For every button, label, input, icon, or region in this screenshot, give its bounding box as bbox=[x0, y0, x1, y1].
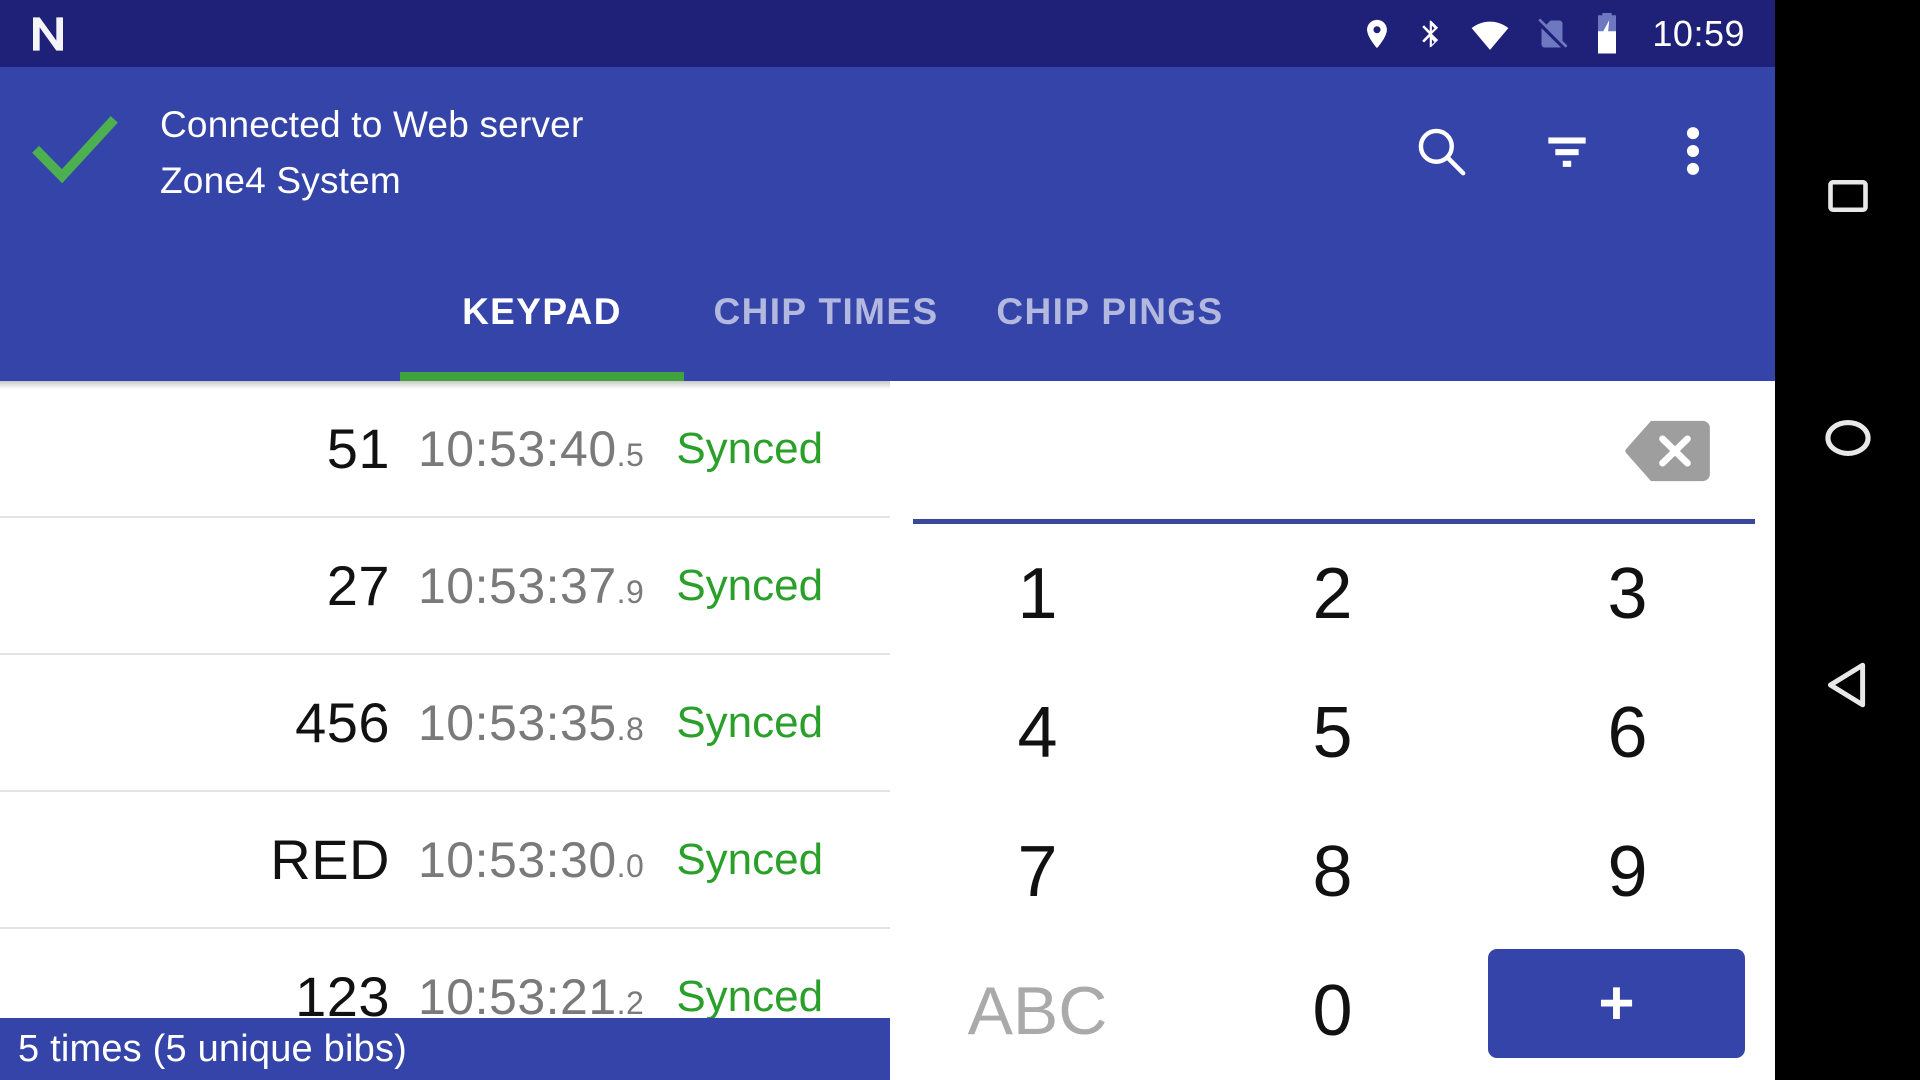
time-value: 10:53:40.5 bbox=[418, 420, 644, 478]
status-badge: Synced bbox=[676, 697, 824, 747]
tab-bar: KEYPAD CHIP TIMES CHIP PINGS bbox=[0, 261, 1775, 381]
app-bar: Connected to Web server Zone4 System KEY… bbox=[0, 67, 1775, 381]
table-row[interactable]: 456 10:53:35.8 Synced bbox=[0, 655, 890, 792]
home-button[interactable] bbox=[1775, 390, 1920, 490]
tab-chip-pings-label: CHIP PINGS bbox=[996, 291, 1224, 332]
bib-number: 51 bbox=[326, 417, 390, 480]
time-fraction: .9 bbox=[616, 573, 645, 610]
location-icon bbox=[1360, 12, 1394, 56]
filter-icon bbox=[1539, 123, 1595, 184]
key-4[interactable]: 4 bbox=[890, 663, 1185, 802]
android-navigation-bar bbox=[1775, 0, 1920, 1080]
connection-status-indicator bbox=[0, 115, 150, 192]
app-bar-top-row: Connected to Web server Zone4 System bbox=[0, 67, 1775, 239]
key-3[interactable]: 3 bbox=[1480, 524, 1775, 663]
key-abc[interactable]: ABC bbox=[890, 941, 1185, 1080]
key-9[interactable]: 9 bbox=[1480, 802, 1775, 941]
key-1[interactable]: 1 bbox=[890, 524, 1185, 663]
tab-chip-pings[interactable]: CHIP PINGS bbox=[968, 261, 1252, 381]
time-fraction: .0 bbox=[616, 847, 645, 884]
battery-charging-icon bbox=[1592, 11, 1622, 57]
status-badge: Synced bbox=[676, 560, 824, 610]
back-button[interactable] bbox=[1775, 637, 1920, 737]
backspace-icon[interactable] bbox=[1621, 419, 1713, 483]
add-time-button[interactable]: + bbox=[1488, 949, 1745, 1058]
key-5[interactable]: 5 bbox=[1185, 663, 1480, 802]
key-2[interactable]: 2 bbox=[1185, 524, 1480, 663]
status-bar-clock: 10:59 bbox=[1652, 12, 1745, 54]
screen: 10:59 Connected to Web server Zone4 Syst… bbox=[0, 0, 1920, 1080]
overflow-menu-icon bbox=[1683, 122, 1703, 185]
bib-entry-underline bbox=[913, 519, 1755, 524]
key-0[interactable]: 0 bbox=[1185, 941, 1480, 1080]
phone-screen: 10:59 Connected to Web server Zone4 Syst… bbox=[0, 0, 1775, 1080]
tab-chip-times-label: CHIP TIMES bbox=[713, 291, 939, 332]
tab-active-indicator bbox=[400, 372, 684, 381]
app-bar-actions bbox=[1411, 123, 1775, 183]
time-value: 10:53:35.8 bbox=[418, 694, 644, 752]
android-n-logo-icon bbox=[26, 14, 70, 54]
key-6[interactable]: 6 bbox=[1480, 663, 1775, 802]
keypad-panel: 1 2 3 4 5 6 7 8 9 ABC 0 + bbox=[890, 381, 1775, 1080]
tab-chip-times[interactable]: CHIP TIMES bbox=[684, 261, 968, 381]
key-add-wrapper[interactable]: + bbox=[1480, 941, 1775, 1080]
filter-button[interactable] bbox=[1537, 123, 1597, 183]
status-icon-tray: 10:59 bbox=[1360, 11, 1775, 57]
overflow-menu-button[interactable] bbox=[1663, 123, 1723, 183]
time-main: 10:53:37 bbox=[418, 557, 617, 614]
time-fraction: .2 bbox=[616, 984, 645, 1021]
table-row[interactable]: 51 10:53:40.5 Synced bbox=[0, 381, 890, 518]
recents-button[interactable] bbox=[1775, 148, 1920, 248]
content-area: 51 10:53:40.5 Synced 27 10:53:37.9 Synce… bbox=[0, 381, 1775, 1080]
time-main: 10:53:30 bbox=[418, 831, 617, 888]
search-icon bbox=[1413, 123, 1469, 184]
wifi-icon bbox=[1468, 14, 1512, 54]
back-icon bbox=[1822, 658, 1874, 717]
times-list[interactable]: 51 10:53:40.5 Synced 27 10:53:37.9 Synce… bbox=[0, 381, 890, 1080]
app-bar-title-line2: Zone4 System bbox=[160, 160, 401, 201]
time-value: 10:53:21.2 bbox=[418, 968, 644, 1026]
tab-keypad-label: KEYPAD bbox=[462, 291, 622, 332]
bluetooth-icon bbox=[1416, 12, 1446, 56]
recents-icon bbox=[1823, 171, 1873, 226]
app-bar-title-block: Connected to Web server Zone4 System bbox=[160, 97, 583, 209]
key-8[interactable]: 8 bbox=[1185, 802, 1480, 941]
time-main: 10:53:35 bbox=[418, 694, 617, 751]
android-status-bar: 10:59 bbox=[0, 0, 1775, 67]
table-row[interactable]: RED 10:53:30.0 Synced bbox=[0, 792, 890, 929]
key-7[interactable]: 7 bbox=[890, 802, 1185, 941]
bib-number: RED bbox=[270, 828, 390, 891]
status-badge: Synced bbox=[676, 971, 824, 1021]
time-fraction: .8 bbox=[616, 710, 645, 747]
no-sim-icon bbox=[1534, 12, 1570, 56]
status-badge: Synced bbox=[676, 423, 824, 473]
bib-entry-area[interactable] bbox=[890, 381, 1775, 524]
check-icon bbox=[29, 115, 121, 192]
time-fraction: .5 bbox=[616, 436, 645, 473]
time-main: 10:53:21 bbox=[418, 968, 617, 1025]
status-badge: Synced bbox=[676, 834, 824, 884]
time-value: 10:53:37.9 bbox=[418, 557, 644, 615]
search-button[interactable] bbox=[1411, 123, 1471, 183]
time-main: 10:53:40 bbox=[418, 420, 617, 477]
bib-number: 456 bbox=[295, 691, 390, 754]
keypad-grid: 1 2 3 4 5 6 7 8 9 ABC 0 + bbox=[890, 524, 1775, 1080]
bib-number: 27 bbox=[326, 554, 390, 617]
table-row[interactable]: 27 10:53:37.9 Synced bbox=[0, 518, 890, 655]
app-bar-title-line1: Connected to Web server bbox=[160, 104, 584, 145]
snackbar-text: 5 times (5 unique bibs) bbox=[18, 1027, 408, 1070]
time-value: 10:53:30.0 bbox=[418, 831, 644, 889]
snackbar: 5 times (5 unique bibs) bbox=[0, 1018, 890, 1080]
home-icon bbox=[1820, 414, 1876, 467]
tab-keypad[interactable]: KEYPAD bbox=[400, 261, 684, 381]
